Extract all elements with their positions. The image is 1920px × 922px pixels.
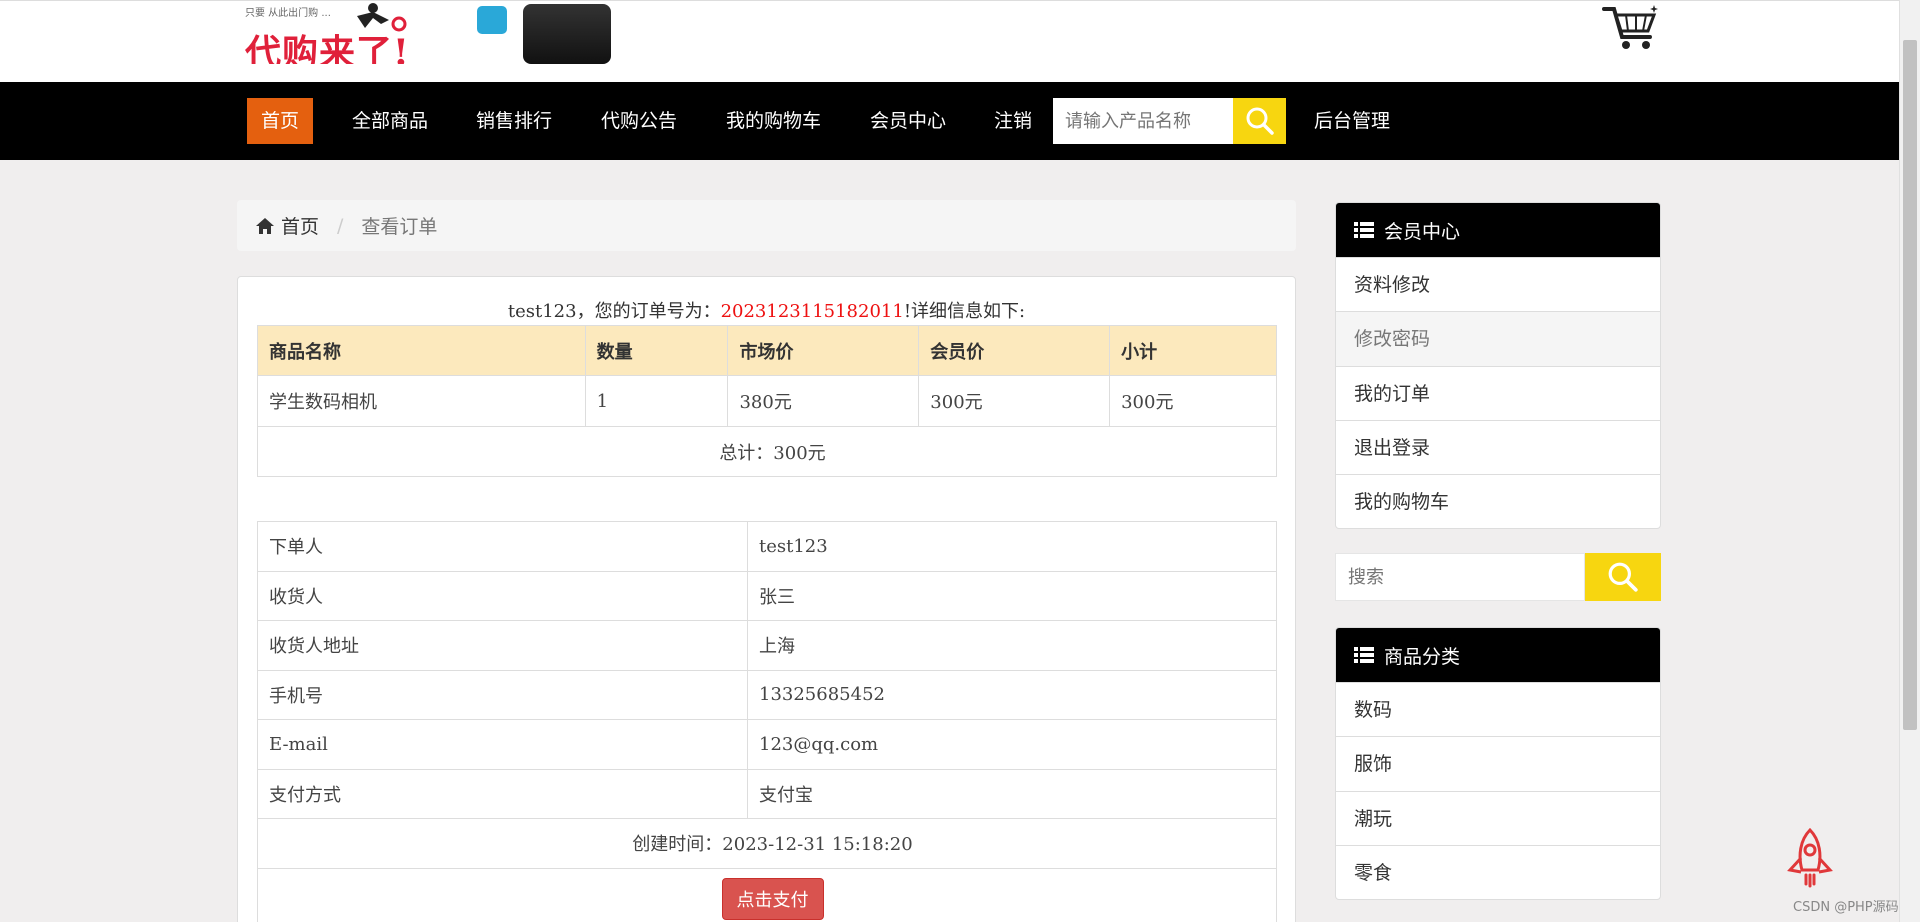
order-panel: test123，您的订单号为：2023123115182011!详细信息如下: … [237,276,1296,922]
sidebar-item-logout[interactable]: 退出登录 [1336,419,1660,474]
order-info-table: 下单人 test123 收货人 张三 收货人地址 上海 手机号 13325685… [257,521,1277,922]
sidebar-item-my-orders[interactable]: 我的订单 [1336,365,1660,420]
cart-icon[interactable] [1602,3,1660,53]
col-quantity: 数量 [584,325,729,376]
col-market-price: 市场价 [727,325,920,376]
info-label-phone: 手机号 [257,669,748,720]
info-row: 收货人 张三 [257,570,1277,621]
home-icon [256,217,274,234]
sidebar-item-change-password[interactable]: 修改密码 [1336,311,1660,366]
main-navbar: 首页 全部商品 销售排行 代购公告 我的购物车 会员中心 注销 后台管理 [0,82,1899,160]
table-header-row: 商品名称 数量 市场价 会员价 小计 [257,325,1277,376]
info-row: 下单人 test123 [257,521,1277,572]
member-center-header: 会员中心 [1336,203,1660,257]
info-value-orderer: test123 [747,521,1277,572]
sidebar-item-edit-profile[interactable]: 资料修改 [1336,257,1660,311]
col-product-name: 商品名称 [257,325,586,376]
nav-my-cart[interactable]: 我的购物车 [712,98,835,144]
search-icon [1246,107,1274,135]
order-total: 总计：300元 [257,426,1277,477]
order-heading: test123，您的订单号为：2023123115182011!详细信息如下: [238,297,1295,323]
nav-member-center[interactable]: 会员中心 [856,98,960,144]
total-row: 总计：300元 [257,426,1277,477]
info-label-address: 收货人地址 [257,620,748,671]
sidebar-search-button[interactable] [1585,553,1661,601]
category-item-digital[interactable]: 数码 [1336,682,1660,736]
nav-sales-ranking[interactable]: 销售排行 [462,98,566,144]
order-items-table: 商品名称 数量 市场价 会员价 小计 学生数码相机 1 380元 300元 30… [257,325,1277,477]
logo-suitcase-graphic [523,4,611,64]
order-heading-prefix: ，您的订单号为： [576,301,721,322]
pay-button[interactable]: 点击支付 [721,878,824,920]
info-row: 支付方式 支付宝 [257,768,1277,819]
nav-home[interactable]: 首页 [247,98,314,144]
search-icon [1608,562,1638,592]
breadcrumb-current: 查看订单 [361,216,438,238]
list-icon [1354,222,1374,238]
col-subtotal: 小计 [1109,325,1277,376]
product-search-input[interactable] [1053,98,1233,144]
item-member-price: 300元 [918,375,1111,427]
category-header: 商品分类 [1336,628,1660,682]
info-row: 手机号 13325685452 [257,669,1277,720]
logo-bag-graphic [477,6,507,34]
back-to-top-rocket-icon[interactable] [1784,828,1836,888]
top-header: 只要 从此出门购 ... 代购来了! [0,0,1899,82]
breadcrumb: 首页 / 查看订单 [237,200,1296,251]
order-created-time: 创建时间：2023-12-31 15:18:20 [257,818,1277,869]
info-label-email: E-mail [257,719,748,770]
scrollbar-thumb[interactable] [1903,40,1917,730]
sidebar-search-input[interactable] [1335,553,1585,601]
category-item-clothing[interactable]: 服饰 [1336,736,1660,790]
site-logo[interactable]: 只要 从此出门购 ... 代购来了! [237,2,612,64]
info-value-receiver: 张三 [747,570,1277,621]
nav-all-products[interactable]: 全部商品 [338,98,442,144]
category-item-snacks[interactable]: 零食 [1336,844,1660,899]
logo-text: 代购来了! [245,32,410,64]
info-value-payment: 支付宝 [747,768,1277,819]
info-value-email: 123@qq.com [747,719,1277,770]
product-search-button[interactable] [1233,98,1286,144]
nav-admin[interactable]: 后台管理 [1300,98,1404,144]
item-market-price: 380元 [727,375,920,427]
category-box: 商品分类 数码 服饰 潮玩 零食 [1335,627,1661,901]
member-center-box: 会员中心 资料修改 修改密码 我的订单 退出登录 我的购物车 [1335,202,1661,530]
order-username: test123 [507,301,577,322]
order-heading-suffix: !详细信息如下: [903,301,1026,322]
sidebar-item-my-cart[interactable]: 我的购物车 [1336,474,1660,528]
info-label-orderer: 下单人 [257,521,748,572]
category-title: 商品分类 [1384,645,1461,668]
created-row: 创建时间：2023-12-31 15:18:20 [257,818,1277,869]
watermark: CSDN @PHP源码 [1793,900,1899,915]
category-item-toys[interactable]: 潮玩 [1336,790,1660,845]
breadcrumb-home[interactable]: 首页 [255,212,319,239]
info-value-phone: 13325685452 [747,669,1277,720]
col-member-price: 会员价 [918,325,1111,376]
item-subtotal: 300元 [1109,375,1277,427]
info-row: E-mail 123@qq.com [257,719,1277,770]
member-center-title: 会员中心 [1384,220,1461,243]
table-row: 学生数码相机 1 380元 300元 300元 [257,375,1277,427]
info-row: 收货人地址 上海 [257,620,1277,671]
order-number: 2023123115182011 [720,301,904,322]
item-name: 学生数码相机 [257,375,586,427]
nav-announcements[interactable]: 代购公告 [587,98,691,144]
info-value-address: 上海 [747,620,1277,671]
nav-logout[interactable]: 注销 [980,98,1046,144]
breadcrumb-separator: / [337,214,344,237]
breadcrumb-home-label: 首页 [281,216,320,238]
list-icon [1354,647,1374,663]
info-label-payment: 支付方式 [257,768,748,819]
page-scrollbar[interactable] [1899,0,1920,922]
item-qty: 1 [584,375,729,427]
info-label-receiver: 收货人 [257,570,748,621]
pay-row: 点击支付 [257,867,1277,922]
logo-subtitle: 只要 从此出门购 ... [245,8,331,19]
